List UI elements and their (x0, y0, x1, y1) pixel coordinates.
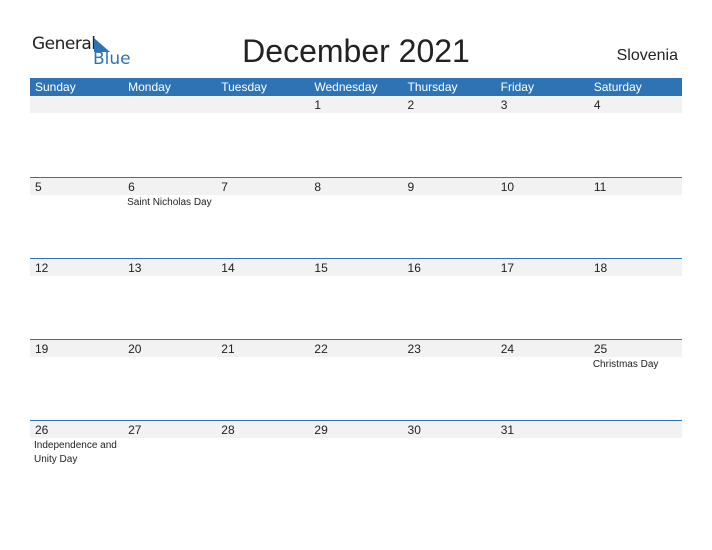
day-number: 4 (593, 98, 601, 112)
day-cell (30, 96, 123, 177)
holiday-label: Saint Nicholas Day (127, 197, 212, 208)
day-cell: 8 (309, 178, 402, 259)
day-cell: 25 Christmas Day (589, 340, 682, 421)
day-cell: 17 (496, 259, 589, 340)
day-cell: 7 (216, 178, 309, 259)
weekday-monday: Monday (128, 80, 171, 94)
day-cell (216, 96, 309, 177)
day-cell: 10 (496, 178, 589, 259)
day-number: 21 (221, 342, 235, 356)
day-number: 17 (500, 261, 515, 275)
day-cell: 30 (403, 421, 496, 502)
day-number: 25 (593, 342, 608, 356)
day-cell (123, 96, 216, 177)
country-label: Slovenia (616, 47, 678, 64)
day-number: 15 (314, 261, 328, 275)
weekday-thursday: Thursday (407, 80, 458, 94)
day-cell: 19 (30, 340, 123, 421)
day-number: 29 (314, 423, 328, 437)
day-cell: 3 (496, 96, 589, 177)
holiday-label: Christmas Day (592, 359, 659, 370)
day-cell: 22 (309, 340, 402, 421)
day-number: 22 (314, 342, 328, 356)
day-cell: 9 (403, 178, 496, 259)
day-cell: 14 (216, 259, 309, 340)
weekday-wednesday: Wednesday (314, 80, 378, 94)
day-number: 13 (128, 261, 142, 275)
day-cell: 11 (589, 178, 682, 259)
day-number: 23 (407, 342, 421, 356)
day-number: 3 (500, 98, 508, 112)
week-row: 12 13 14 15 16 17 18 (30, 258, 682, 340)
day-cell: 21 (216, 340, 309, 421)
week-row: 1 2 3 4 (30, 96, 682, 177)
day-cell: 6 Saint Nicholas Day (123, 178, 216, 259)
day-number: 2 (407, 98, 415, 112)
day-number: 31 (500, 423, 515, 437)
day-number: 20 (128, 342, 142, 356)
week-row: 19 20 21 22 23 24 25 Christmas Day (30, 339, 682, 421)
day-number: 24 (500, 342, 515, 356)
page-title: December 2021 (242, 33, 470, 69)
day-number: 28 (221, 423, 235, 437)
day-cell: 4 (589, 96, 682, 177)
weekday-friday: Friday (500, 80, 534, 94)
weekday-saturday: Saturday (593, 80, 642, 94)
weekday-tuesday: Tuesday (221, 80, 267, 94)
day-cell: 18 (589, 259, 682, 340)
day-cell: 15 (309, 259, 402, 340)
day-cell: 26 Independence and Unity Day (30, 421, 123, 502)
weekday-sunday: Sunday (35, 80, 76, 94)
day-number: 8 (314, 180, 322, 194)
day-cell (589, 421, 682, 502)
day-cell: 13 (123, 259, 216, 340)
day-cell: 12 (30, 259, 123, 340)
day-number: 18 (593, 261, 608, 275)
day-cell: 24 (496, 340, 589, 421)
day-cell: 27 (123, 421, 216, 502)
holiday-label: Independence and Unity Day (34, 440, 117, 465)
day-number: 5 (35, 180, 42, 194)
day-number: 12 (35, 261, 49, 275)
day-cell: 5 (30, 178, 123, 259)
day-number: 27 (128, 423, 142, 437)
day-number: 19 (35, 342, 49, 356)
day-number: 7 (221, 180, 228, 194)
day-number: 16 (407, 261, 421, 275)
week-row: 26 Independence and Unity Day 27 28 29 30 31 (30, 420, 682, 502)
day-number: 14 (221, 261, 235, 275)
day-cell: 20 (123, 340, 216, 421)
day-number: 26 (35, 423, 49, 437)
day-number: 1 (314, 98, 322, 112)
day-number: 10 (500, 180, 515, 194)
day-cell: 29 (309, 421, 402, 502)
weekday-header: Sunday Monday Tuesday Wednesday Thursday… (30, 78, 682, 96)
day-cell: 23 (403, 340, 496, 421)
day-cell: 1 (309, 96, 402, 177)
day-number: 9 (407, 180, 415, 194)
day-cell: 31 (496, 421, 589, 502)
day-cell: 28 (216, 421, 309, 502)
day-cell: 16 (403, 259, 496, 340)
day-cell: 2 (403, 96, 496, 177)
day-number: 30 (407, 423, 421, 437)
week-row: 5 6 Saint Nicholas Day 7 8 9 10 11 (30, 177, 682, 259)
day-number: 6 (128, 180, 135, 194)
day-number: 11 (593, 180, 607, 194)
